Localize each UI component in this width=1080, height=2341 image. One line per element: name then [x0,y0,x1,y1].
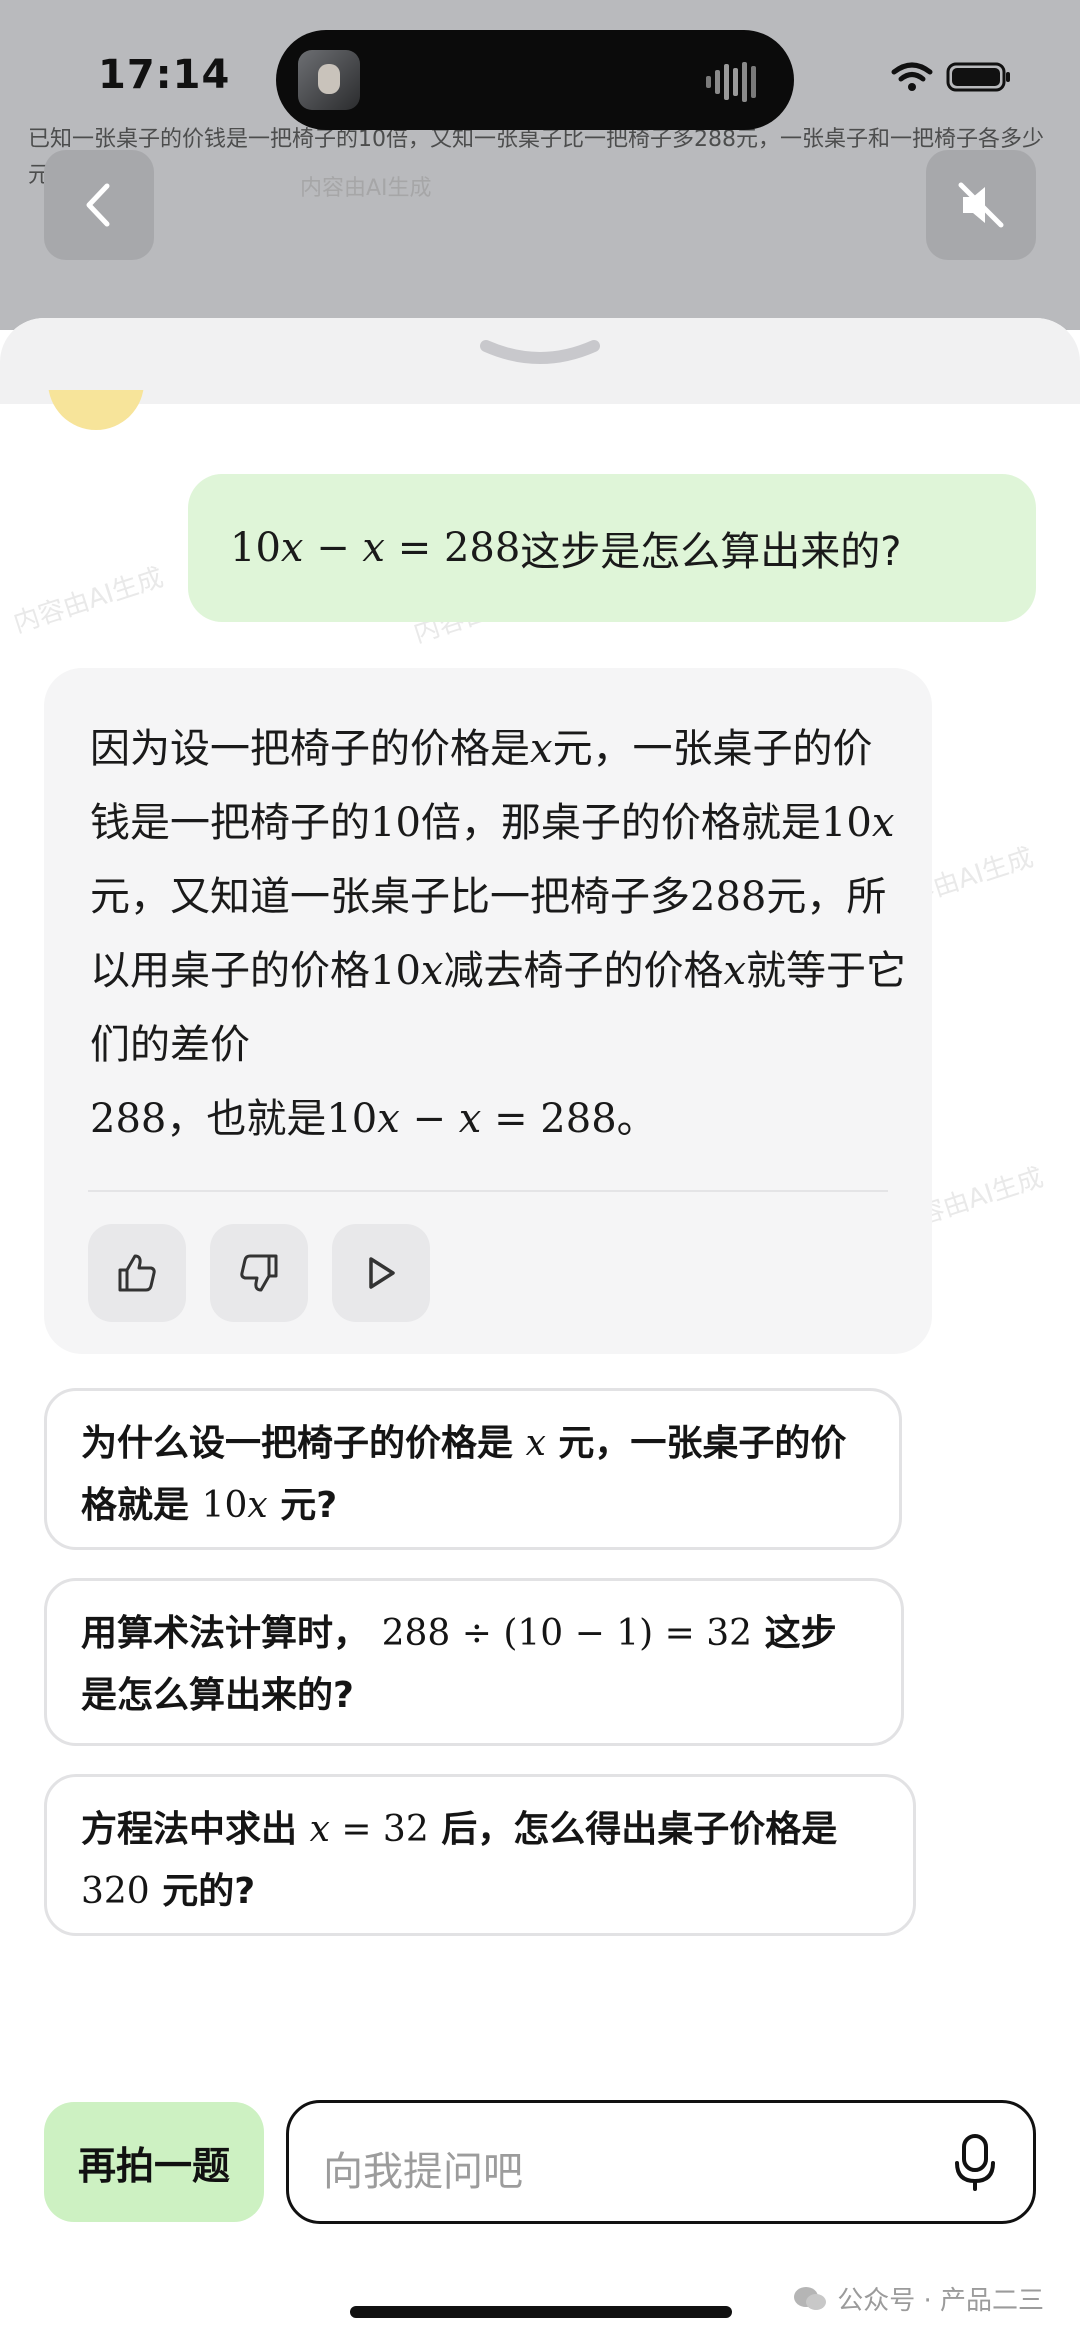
mute-button[interactable] [926,150,1036,260]
suggestion-text: 元的? [162,1871,256,1912]
dislike-button[interactable] [210,1224,308,1322]
math-number: 10 [326,1096,378,1142]
thumbs-up-icon [118,1254,156,1292]
wifi-battery-icon [891,62,1010,92]
user-equation: 10x − x = 288 [230,525,520,571]
dynamic-island [276,30,794,130]
ai-reply-text: 因为设一把椅子的价格是x元，一张桌子的价钱是一把椅子的10倍，那桌子的价格就是1… [90,712,910,1156]
background-question-text: 已知一张桌子的价钱是一把椅子的10倍，又知一张桌子比一把椅子多288元，一张桌子… [28,127,1044,188]
math-expression: = 32 [329,1809,429,1850]
audio-wave-icon [706,62,756,102]
math-variable: x [362,525,385,571]
math-variable: x [458,1096,482,1142]
suggested-question[interactable]: 方程法中求出 x = 32 后，怎么得出桌子价格是 320 元的? [44,1774,916,1936]
user-message-bubble: 10x − x = 288 这步是怎么算出来的? [188,474,1036,622]
reply-text: 倍，那桌子的价格就是 [420,800,821,846]
math-operator: − [412,1096,447,1142]
status-time: 17:14 [98,52,231,98]
reply-text: 减去椅子的价格 [443,948,724,994]
chevron-left-icon [86,183,110,227]
suggestion-text: 用算术法计算时， [81,1613,370,1654]
reply-text: 元，又知道一张桌子比一把椅子多 [90,874,690,920]
reply-text: 。 [616,1096,657,1142]
divider [88,1190,888,1192]
source-watermark-text: 公众号 · 产品二三 [837,2286,1044,2316]
source-watermark: 公众号 · 产品二三 [793,2280,1044,2317]
background-watermark: 内容由AI生成 [300,176,432,201]
math-operator: = [494,1096,528,1142]
wechat-icon [794,2286,827,2310]
user-message-text: 这步是怎么算出来的? [520,529,902,575]
math-variable: x [871,800,895,846]
ask-input-placeholder: 向我提问吧 [323,2149,523,2195]
speaker-muted-icon [958,182,1004,228]
like-button[interactable] [88,1224,186,1322]
math-variable: x [420,948,444,994]
math-number: 10 [370,800,421,846]
math-variable: x [309,1809,330,1850]
reply-equation: 10x − x = 288 [326,1096,616,1142]
math-variable: x [377,1096,400,1142]
home-indicator[interactable] [350,2306,732,2318]
suggestion-text: 方程法中求出 [81,1809,298,1850]
suggestion-math: 288 ÷ (10 − 1) = 32 [381,1613,753,1654]
math-number: 288 [443,525,521,571]
math-number: 288 [690,874,767,920]
microphone-icon[interactable] [953,2133,997,2193]
suggestion-text: 为什么设一把椅子的价格是 [81,1423,514,1464]
suggestion-text: 元? [280,1485,338,1526]
math-number: 10 [370,948,421,994]
suggestion-math: 10x [202,1485,268,1526]
math-operator: − [316,525,350,571]
thumbs-down-icon [240,1254,278,1292]
math-number: 10 [230,525,281,571]
math-variable: x [280,525,304,571]
math-operator: = [397,525,432,571]
collapse-handle-icon[interactable] [478,336,602,376]
now-playing-thumbnail [298,50,360,110]
ai-reply-bubble: 因为设一把椅子的价格是x元，一张桌子的价钱是一把椅子的10倍，那桌子的价格就是1… [44,668,932,1354]
math-variable: x [723,948,747,994]
math-variable: x [530,726,553,772]
math-number: 288 [90,1096,167,1142]
reply-text: 因为设一把椅子的价格是 [90,726,530,772]
back-button[interactable] [44,150,154,260]
math-number: 10 [820,800,872,846]
question-preview-area: 已知一张桌子的价钱是一把椅子的10倍，又知一张桌子比一把椅子多288元，一张桌子… [0,0,1080,330]
suggested-question[interactable]: 用算术法计算时， 288 ÷ (10 − 1) = 32 这步是怎么算出来的? [44,1578,904,1746]
sheet-header[interactable] [0,318,1080,404]
math-variable: x [525,1423,546,1464]
status-icons [890,60,1014,98]
suggestion-math: x = 32 [310,1809,429,1850]
math-number: 288 [540,1096,617,1142]
retake-photo-button[interactable]: 再拍一题 [44,2102,264,2222]
math-number: 10 [201,1485,248,1526]
play-audio-button[interactable] [332,1224,430,1322]
reply-text: ，也就是 [166,1096,327,1142]
ask-input[interactable]: 向我提问吧 [286,2100,1036,2224]
suggestion-text: 后，怎么得出桌子价格是 [441,1809,838,1850]
math-variable: x [247,1485,268,1526]
math-number: 320 [81,1871,150,1912]
play-icon [369,1257,395,1289]
ai-avatar [48,390,144,430]
suggested-question[interactable]: 为什么设一把椅子的价格是 x 元，一张桌子的价格就是 10x 元? [44,1388,902,1550]
